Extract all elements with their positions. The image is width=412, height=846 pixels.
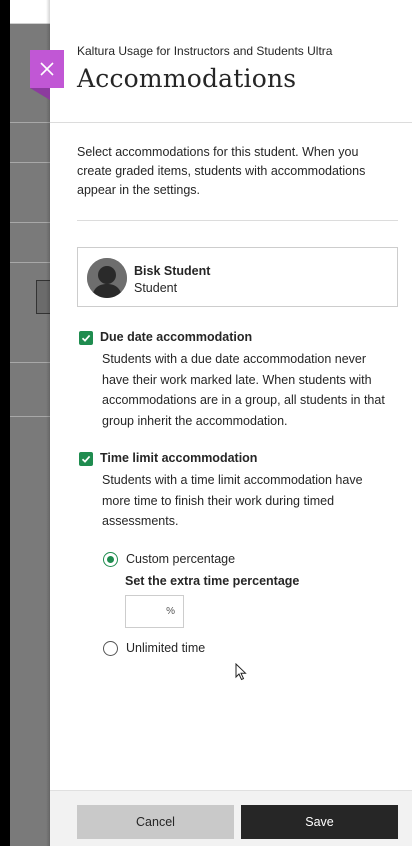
student-card: Bisk Student Student [77, 247, 398, 307]
extra-time-percentage-input[interactable]: % [125, 595, 184, 628]
unlimited-time-radio[interactable] [103, 641, 118, 656]
time-limit-description: Students with a time limit accommodation… [102, 473, 363, 528]
close-button-fold [30, 88, 50, 100]
course-name: Kaltura Usage for Instructors and Studen… [77, 44, 333, 58]
background-divider [10, 122, 50, 123]
close-button[interactable] [30, 50, 64, 88]
intro-divider [77, 220, 398, 221]
background-divider [10, 416, 50, 417]
due-date-label[interactable]: Due date accommodation [100, 330, 252, 344]
cancel-button[interactable]: Cancel [77, 805, 234, 839]
avatar [87, 258, 127, 298]
student-role: Student [134, 281, 178, 295]
background-divider [10, 262, 50, 263]
header-divider [50, 122, 412, 123]
background-divider [10, 362, 50, 363]
due-date-description: Students with a due date accommodation n… [102, 352, 385, 428]
extra-time-label: Set the extra time percentage [125, 574, 300, 588]
time-limit-checkbox[interactable] [79, 452, 93, 466]
custom-percentage-radio[interactable] [103, 552, 118, 567]
mouse-pointer-icon [235, 663, 247, 681]
background-divider [10, 162, 50, 163]
percentage-unit: % [166, 606, 175, 617]
panel-header: Kaltura Usage for Instructors and Studen… [77, 44, 397, 93]
custom-percentage-label[interactable]: Custom percentage [126, 552, 235, 566]
intro-text: Select accommodations for this student. … [77, 145, 366, 197]
page-title: Accommodations [77, 64, 297, 93]
unlimited-time-label[interactable]: Unlimited time [126, 641, 205, 655]
background-divider [10, 222, 50, 223]
user-silhouette-icon [87, 258, 127, 298]
close-icon [40, 62, 54, 76]
checkmark-icon [81, 334, 91, 342]
save-button[interactable]: Save [241, 805, 398, 839]
time-limit-label[interactable]: Time limit accommodation [100, 451, 257, 465]
due-date-checkbox[interactable] [79, 331, 93, 345]
student-name: Bisk Student [134, 264, 211, 278]
checkmark-icon [81, 455, 91, 463]
